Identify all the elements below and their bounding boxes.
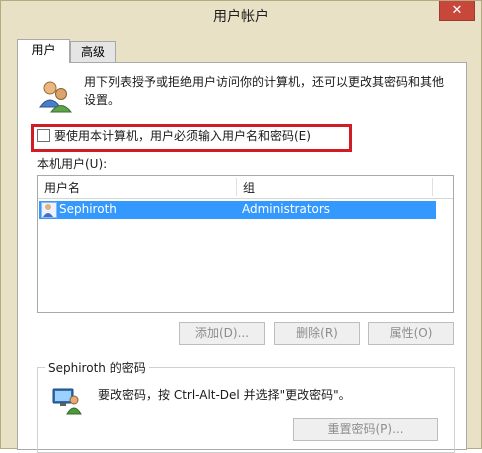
title-bar[interactable]: 用户帐户 ✕ <box>1 1 481 31</box>
close-button[interactable]: ✕ <box>439 1 475 21</box>
remove-user-button[interactable]: 删除(R) <box>274 322 360 345</box>
local-users-list[interactable]: 用户名 组 Sephiroth Administrators <box>37 175 454 313</box>
column-separator[interactable] <box>432 178 433 196</box>
password-group-title: Sephiroth 的密码 <box>45 359 149 376</box>
users-description: 用下列表授予或拒绝用户访问你的计算机，还可以更改其密码和其他设置。 <box>84 75 445 107</box>
column-username[interactable]: 用户名 <box>44 179 80 196</box>
column-group[interactable]: 组 <box>243 179 255 196</box>
table-row[interactable]: Sephiroth Administrators <box>39 201 436 219</box>
add-user-button[interactable]: 添加(D)... <box>179 322 265 345</box>
tab-users-label: 用户 <box>31 43 56 57</box>
users-tab-panel: 用下列表授予或拒绝用户访问你的计算机，还可以更改其密码和其他设置。 要使用本计算… <box>17 62 467 453</box>
window-title: 用户帐户 <box>213 9 269 25</box>
password-icon <box>52 388 82 415</box>
password-instructions: 要改密码，按 Ctrl-Alt-Del 并选择"更改密码"。 <box>98 388 351 402</box>
tab-advanced[interactable]: 高级 <box>70 41 116 63</box>
users-icon <box>39 81 72 113</box>
user-row-icon <box>41 202 57 218</box>
properties-button[interactable]: 属性(O) <box>368 322 454 345</box>
close-icon: ✕ <box>451 3 463 18</box>
require-password-checkbox[interactable] <box>37 129 50 142</box>
reset-password-button[interactable]: 重置密码(P)... <box>293 418 438 441</box>
user-name-cell: Sephiroth <box>59 202 117 216</box>
require-password-label[interactable]: 要使用本计算机，用户必须输入用户名和密码(E) <box>54 127 311 144</box>
user-accounts-window: 用户帐户 ✕ 用户 高级 用下列表授予或拒绝用户访问你的计算机，还可以更改其密码… <box>0 0 482 453</box>
column-separator[interactable] <box>236 178 237 196</box>
list-header: 用户名 组 <box>38 176 453 199</box>
local-users-label: 本机用户(U): <box>37 157 108 171</box>
user-group-cell: Administrators <box>242 202 331 216</box>
tab-users[interactable]: 用户 <box>17 39 70 63</box>
tab-advanced-label: 高级 <box>80 45 105 59</box>
